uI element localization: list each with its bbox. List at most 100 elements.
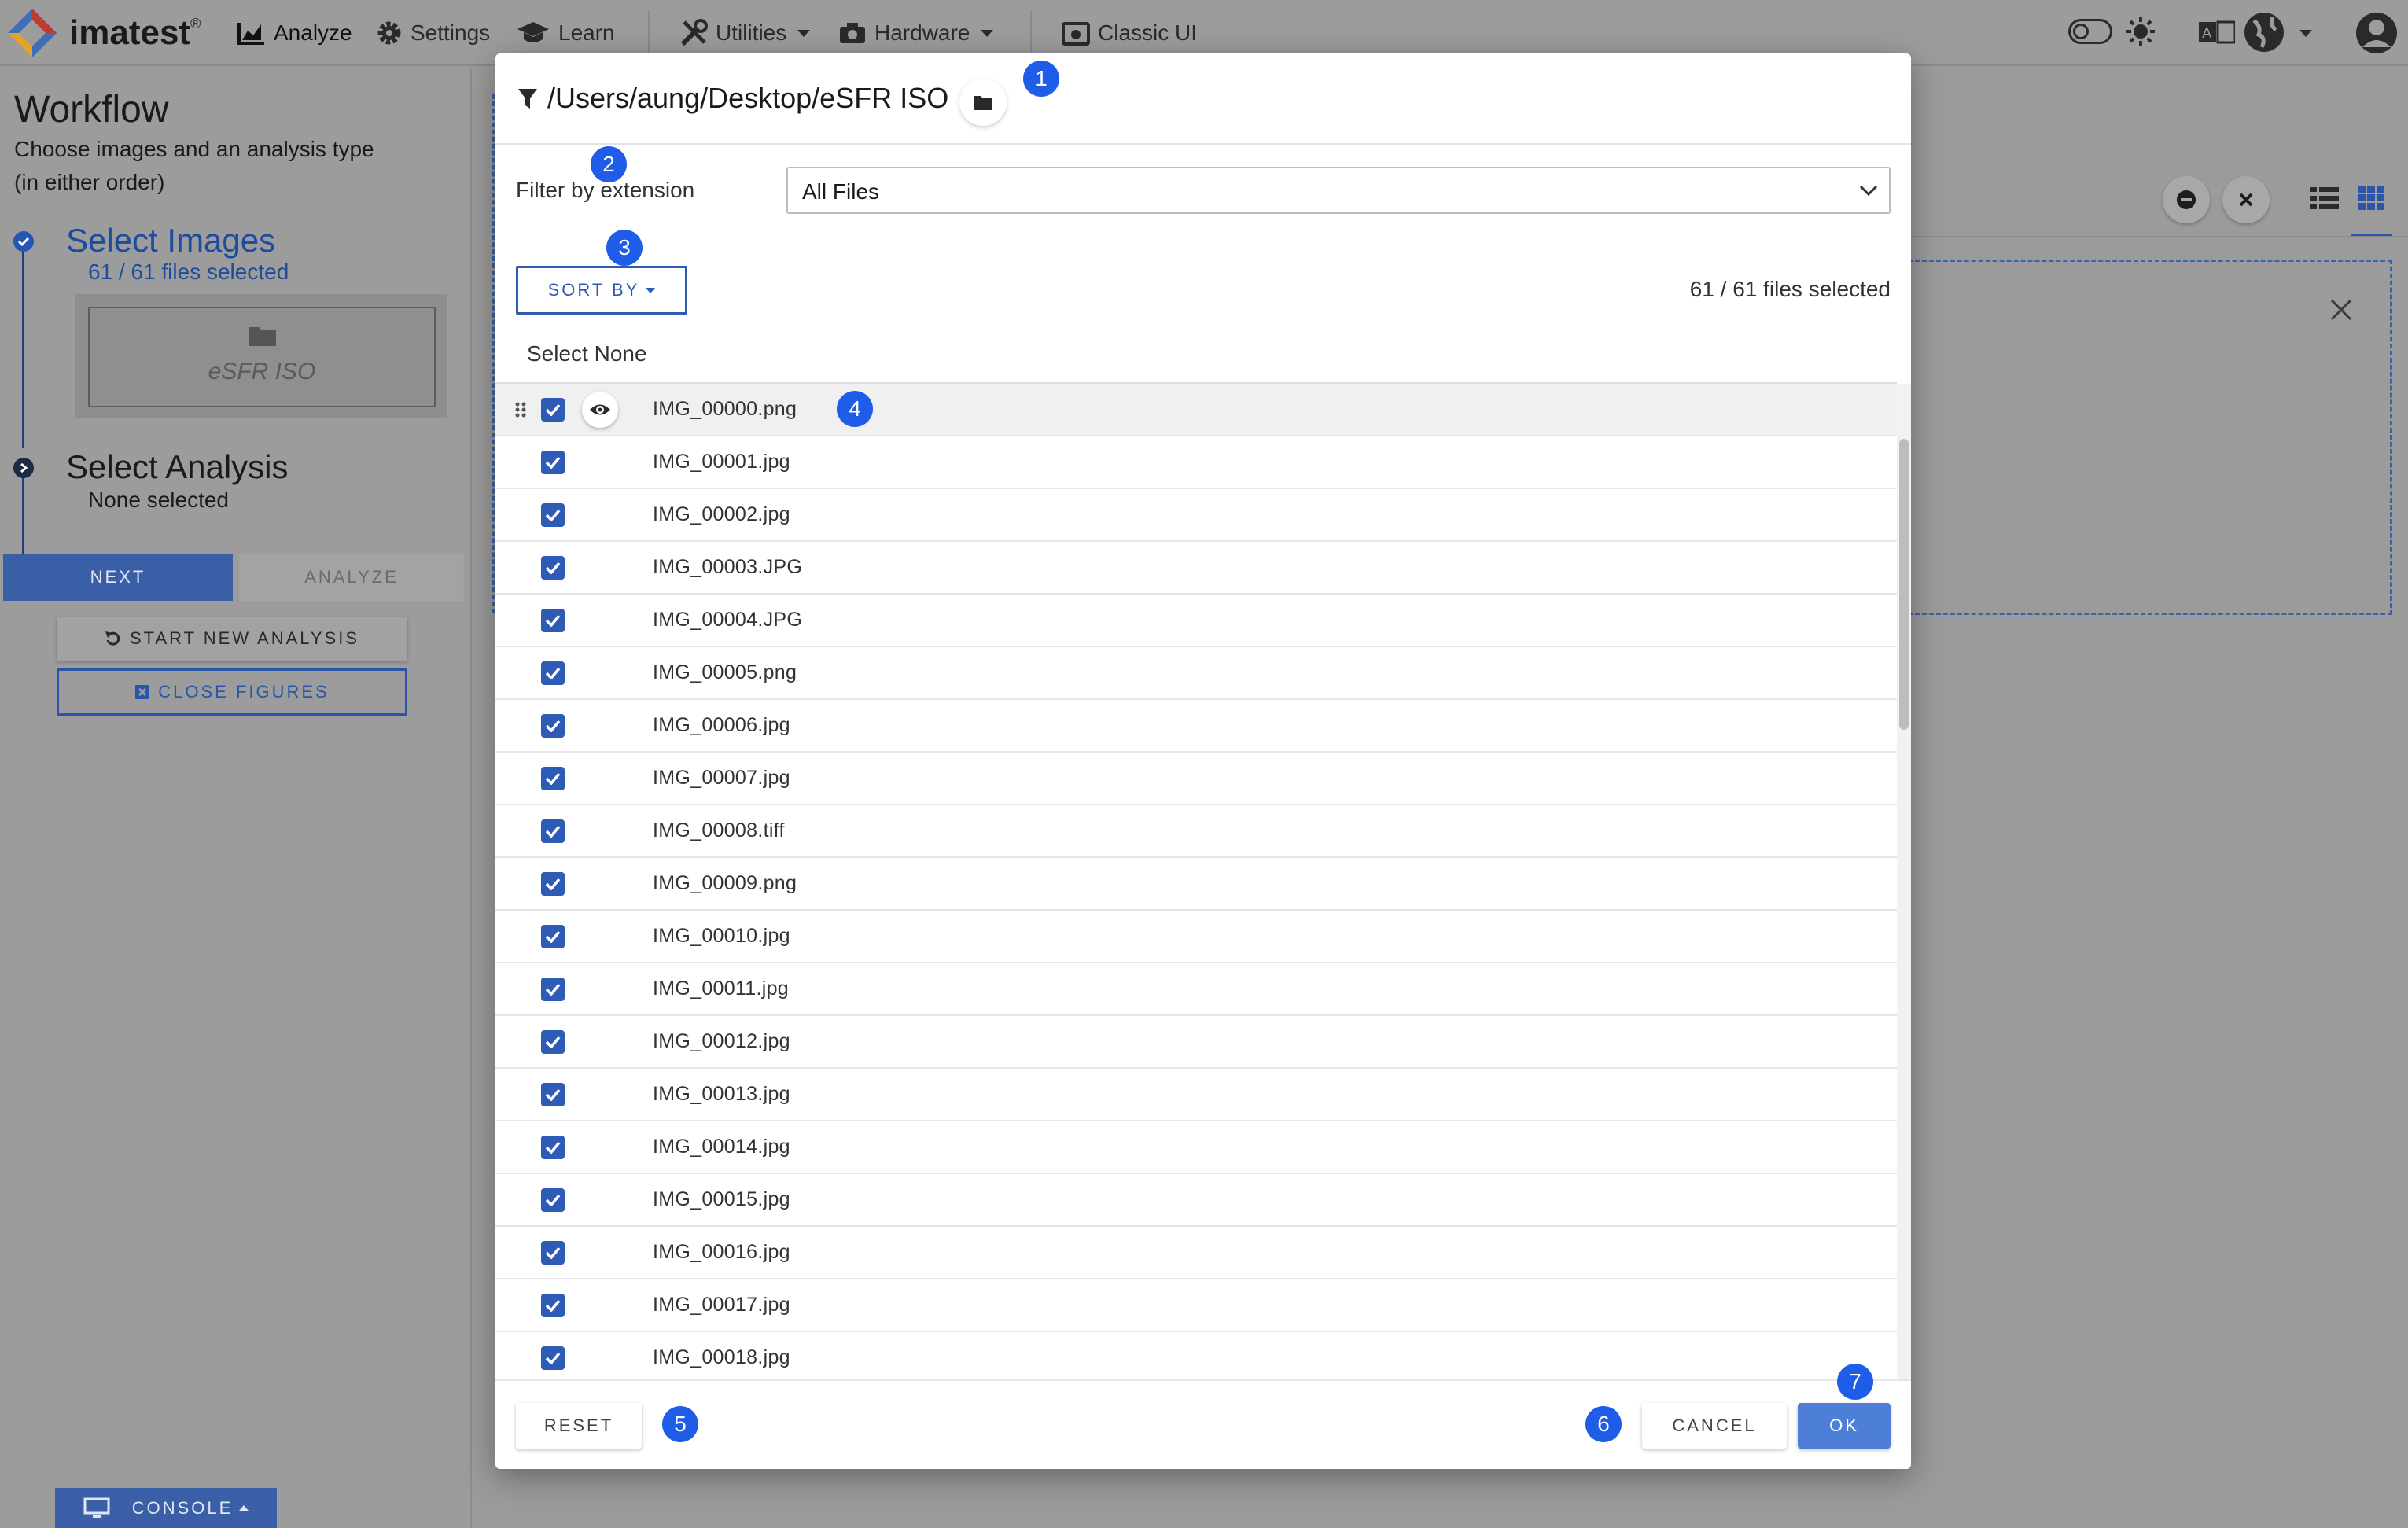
file-checkbox[interactable] [541, 503, 565, 527]
file-row[interactable]: IMG_00007.jpg [495, 753, 1897, 805]
close-figures-button[interactable]: CLOSE FIGURES [57, 668, 407, 716]
file-checkbox[interactable] [541, 977, 565, 1001]
theme-toggle[interactable] [2068, 19, 2112, 44]
folder-path: /Users/aung/Desktop/eSFR ISO [547, 82, 949, 114]
check-icon [545, 1246, 561, 1259]
annotation-badge-7: 7 [1837, 1364, 1873, 1400]
file-row[interactable]: IMG_00004.JPG [495, 595, 1897, 647]
file-checkbox[interactable] [541, 1293, 565, 1317]
file-row[interactable]: IMG_00016.jpg [495, 1227, 1897, 1279]
file-row[interactable]: IMG_00012.jpg [495, 1016, 1897, 1069]
file-checkbox[interactable] [541, 1082, 565, 1106]
nav-settings-label: Settings [411, 20, 491, 45]
graduation-cap-icon [517, 22, 549, 42]
drag-handle-icon[interactable] [514, 401, 527, 418]
step-select-images[interactable]: Select Images 61 / 61 files selected eSF… [0, 222, 472, 448]
file-checkbox[interactable] [541, 819, 565, 843]
chart-icon [237, 23, 264, 45]
file-checkbox[interactable] [541, 1135, 565, 1159]
file-checkbox[interactable] [541, 1187, 565, 1212]
close-icon[interactable] [2329, 298, 2353, 322]
file-row[interactable]: IMG_00000.png [495, 384, 1897, 436]
analyze-button[interactable]: ANALYZE [239, 554, 464, 601]
file-checkbox[interactable] [541, 1029, 565, 1054]
file-row[interactable]: IMG_00008.tiff [495, 805, 1897, 858]
file-row[interactable]: IMG_00005.png [495, 647, 1897, 700]
file-row[interactable]: IMG_00014.jpg [495, 1121, 1897, 1174]
file-checkbox[interactable] [541, 1240, 565, 1265]
check-icon [545, 930, 561, 943]
file-row[interactable]: IMG_00011.jpg [495, 963, 1897, 1016]
annotation-badge-5: 5 [662, 1406, 698, 1442]
image-drop-zone[interactable] [1908, 260, 2392, 615]
file-row[interactable]: IMG_00013.jpg [495, 1069, 1897, 1121]
file-checkbox[interactable] [541, 766, 565, 790]
file-row[interactable]: IMG_00017.jpg [495, 1279, 1897, 1332]
file-row[interactable]: IMG_00010.jpg [495, 911, 1897, 963]
grid-view-tab[interactable] [2351, 175, 2392, 237]
file-name: IMG_00015.jpg [653, 1188, 790, 1210]
reset-button[interactable]: RESET [516, 1403, 642, 1449]
annotation-badge-4: 4 [837, 391, 873, 427]
dialog-footer: RESET CANCEL OK [495, 1379, 1911, 1469]
close-box-icon [135, 685, 150, 699]
ok-button[interactable]: OK [1798, 1403, 1891, 1449]
brightness-icon[interactable] [2125, 16, 2156, 47]
nav-analyze[interactable]: Analyze [237, 0, 352, 66]
file-list[interactable]: IMG_00000.png IMG_00001.jpg IMG_00002.jpg I… [495, 384, 1897, 1412]
caret-down-icon [646, 287, 656, 293]
translate-icon[interactable]: A [2199, 20, 2235, 44]
minus-circle-button[interactable] [2163, 176, 2210, 223]
file-name: IMG_00012.jpg [653, 1030, 790, 1052]
file-checkbox[interactable] [541, 924, 565, 948]
file-row[interactable]: IMG_00006.jpg [495, 700, 1897, 753]
imatest-logo-icon [8, 9, 57, 57]
globe-icon[interactable] [2243, 11, 2285, 53]
select-none-link[interactable]: Select None [527, 341, 647, 366]
extension-filter-select[interactable]: All Files [786, 167, 1891, 214]
file-checkbox[interactable] [541, 450, 565, 474]
file-checkbox[interactable] [541, 871, 565, 896]
folder-tile[interactable]: eSFR ISO [88, 307, 436, 407]
sort-by-button[interactable]: SORT BY [516, 266, 687, 315]
file-list-scrollbar[interactable] [1897, 384, 1911, 1412]
file-row[interactable]: IMG_00003.JPG [495, 542, 1897, 595]
workflow-subtitle-2: (in either order) [14, 170, 165, 194]
file-checkbox[interactable] [541, 555, 565, 580]
file-row[interactable]: IMG_00002.jpg [495, 489, 1897, 542]
user-avatar-icon[interactable] [2355, 11, 2399, 55]
file-row[interactable]: IMG_00001.jpg [495, 436, 1897, 489]
close-figures-label: CLOSE FIGURES [158, 682, 330, 701]
file-name: IMG_00014.jpg [653, 1136, 790, 1158]
step-title-select-analysis[interactable]: Select Analysis [66, 448, 288, 486]
cancel-button[interactable]: CANCEL [1642, 1403, 1787, 1449]
chevron-down-icon[interactable] [2299, 30, 2312, 37]
file-row[interactable]: IMG_00018.jpg [495, 1332, 1897, 1385]
check-icon [545, 1352, 561, 1364]
file-checkbox[interactable] [541, 661, 565, 685]
file-checkbox[interactable] [541, 1346, 565, 1370]
browse-folder-button[interactable] [959, 79, 1007, 126]
check-icon [545, 720, 561, 732]
file-checkbox[interactable] [541, 397, 565, 422]
file-checkbox[interactable] [541, 713, 565, 738]
preview-button[interactable] [582, 391, 618, 428]
file-row[interactable]: IMG_00015.jpg [495, 1174, 1897, 1227]
check-icon [545, 1088, 561, 1101]
brand-logo[interactable]: imatest ® [6, 0, 201, 66]
scrollbar-thumb[interactable] [1899, 439, 1909, 730]
check-icon [545, 878, 561, 890]
clear-button[interactable] [2222, 176, 2270, 223]
ok-label: OK [1829, 1416, 1859, 1435]
file-checkbox[interactable] [541, 608, 565, 632]
next-button[interactable]: NEXT [3, 554, 233, 601]
start-new-analysis-button[interactable]: START NEW ANALYSIS [57, 617, 407, 661]
step-title-select-images[interactable]: Select Images [66, 222, 275, 260]
nav-settings[interactable]: Settings [376, 0, 490, 66]
console-button[interactable]: CONSOLE [55, 1488, 277, 1528]
nav-divider [648, 11, 650, 55]
file-row[interactable]: IMG_00009.png [495, 858, 1897, 911]
sort-by-label: SORT BY [547, 280, 640, 300]
list-view-icon[interactable] [2310, 186, 2339, 211]
file-name: IMG_00018.jpg [653, 1346, 790, 1368]
